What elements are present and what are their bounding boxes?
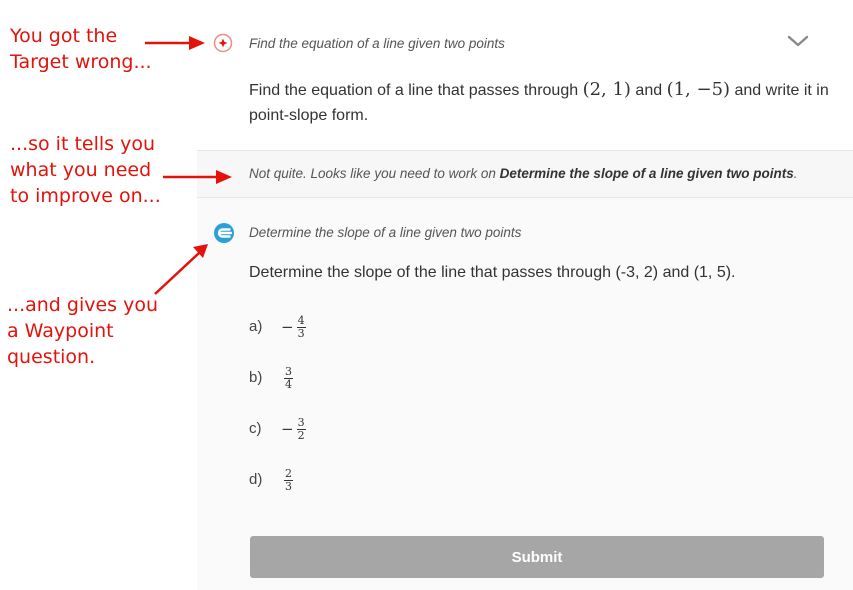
arrow-to-waypoint-icon [154,244,208,295]
arrow-to-feedback [163,170,232,184]
arrow-to-target-icon [145,36,205,50]
annotation-arrows [145,36,232,295]
